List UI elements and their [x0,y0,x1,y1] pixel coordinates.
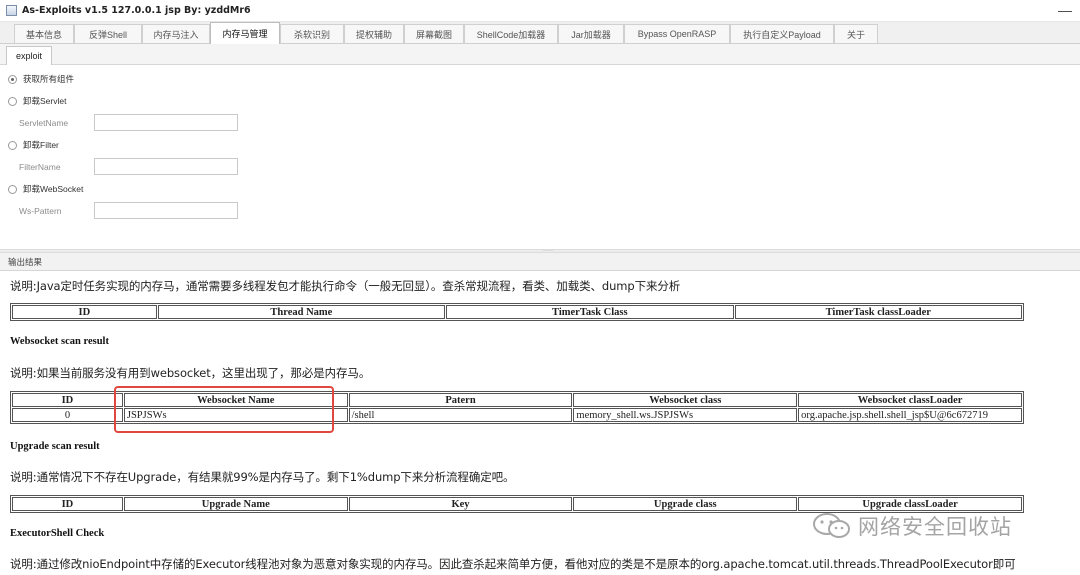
filter-name-input[interactable] [94,158,238,175]
output-header: 输出结果 [0,253,1080,271]
table-header-cell: Patern [348,393,573,407]
radio-uninstall-websocket[interactable]: 卸载WebSocket [8,182,83,196]
radio-uninstall-servlet[interactable]: 卸载Servlet [8,94,66,108]
table-header-cell: ID [12,305,157,319]
timer-task-table: ID Thread Name TimerTask Class TimerTask… [10,303,1024,321]
table-header-cell: TimerTask Class [446,305,734,319]
radio-label: 卸载Filter [23,140,59,150]
table-header-cell: ID [12,393,123,407]
executor-section-title: ExecutorShell Check [10,528,105,539]
radio-label: 卸载Servlet [23,96,67,106]
websocket-section-title: Websocket scan result [10,336,109,347]
tab-custom-payload[interactable]: 执行自定义Payload [730,24,834,43]
table-header-cell: ID [12,497,123,511]
table-cell: memory_shell.ws.JSPJSWs [573,408,798,422]
ws-pattern-input[interactable] [94,202,238,219]
table-header-row: ID Upgrade Name Key Upgrade class Upgrad… [12,497,1022,511]
table-cell: org.apache.jsp.shell.shell_jsp$U@6c67271… [798,408,1022,422]
tab-shellcode-loader[interactable]: ShellCode加载器 [464,24,558,43]
window-title: As-Exploits v1.5 127.0.0.1 jsp By: yzddM… [22,5,251,16]
tab-bypass-openrasp[interactable]: Bypass OpenRASP [624,24,730,43]
radio-button[interactable] [8,140,17,150]
tab-reverse-shell[interactable]: 反弹Shell [74,24,142,43]
table-header-cell: Upgrade class [573,497,798,511]
radio-get-all-components[interactable]: 获取所有组件 [8,72,74,86]
tab-jar-loader[interactable]: Jar加载器 [558,24,624,43]
output-panel: 说明:Java定时任务实现的内存马，通常需要多线程发包才能执行命令（一般无回显）… [0,272,1080,575]
tab-privesc[interactable]: 提权辅助 [344,24,404,43]
watermark-text: 网络安全回收站 [858,515,1012,539]
wechat-icon [812,513,852,539]
radio-label: 获取所有组件 [23,74,75,84]
watermark: 网络安全回收站 [812,511,1012,541]
title-bar: As-Exploits v1.5 127.0.0.1 jsp By: yzddM… [0,0,1080,22]
timer-note: 说明:Java定时任务实现的内存马，通常需要多线程发包才能执行命令（一般无回显）… [10,279,681,293]
tab-exploit[interactable]: exploit [6,46,52,65]
upgrade-note: 说明:通常情况下不存在Upgrade，有结果就99%是内存马了。剩下1%dump… [10,470,515,484]
tab-memshell-inject[interactable]: 内存马注入 [142,24,210,43]
radio-button[interactable] [8,96,17,106]
memshell-form-panel: 获取所有组件 卸载Servlet ServletName 卸载Filter Fi… [0,65,1080,249]
upgrade-section-title: Upgrade scan result [10,441,100,452]
tab-about[interactable]: 关于 [834,24,878,43]
tab-basic-info[interactable]: 基本信息 [14,24,74,43]
table-cell: /shell [348,408,573,422]
servlet-name-input[interactable] [94,114,238,131]
table-header-cell: Upgrade classLoader [798,497,1022,511]
table-header-cell: TimerTask classLoader [734,305,1022,319]
table-header-cell: Thread Name [157,305,446,319]
executor-note: 说明:通过修改nioEndpoint中存储的Executor线程池对象为恶意对象… [10,557,1016,571]
radio-uninstall-filter[interactable]: 卸载Filter [8,138,59,152]
minimize-icon[interactable]: — [1058,3,1072,17]
highlight-box [114,386,334,433]
ws-pattern-label: Ws-Pattern [19,206,62,216]
table-header-row: ID Thread Name TimerTask Class TimerTask… [12,305,1022,319]
filter-name-label: FilterName [19,162,61,172]
main-tab-bar: 基本信息 反弹Shell 内存马注入 内存马管理 杀软识别 提权辅助 屏幕截图 … [0,22,1080,44]
table-header-cell: Websocket class [573,393,798,407]
table-header-cell: Websocket classLoader [798,393,1022,407]
table-cell: 0 [12,408,123,422]
websocket-note: 说明:如果当前服务没有用到websocket，这里出现了，那必是内存马。 [10,366,371,380]
servlet-name-label: ServletName [19,118,69,128]
app-icon [6,5,17,16]
sub-tab-bar: exploit [0,44,1080,65]
table-header-cell: Upgrade Name [123,497,348,511]
radio-button[interactable] [8,184,17,194]
tab-av-detect[interactable]: 杀软识别 [280,24,344,43]
tab-screenshot[interactable]: 屏幕截图 [404,24,464,43]
radio-button[interactable] [8,74,17,84]
radio-label: 卸载WebSocket [23,184,84,194]
table-header-cell: Key [348,497,573,511]
tab-memshell-manage[interactable]: 内存马管理 [210,22,280,44]
